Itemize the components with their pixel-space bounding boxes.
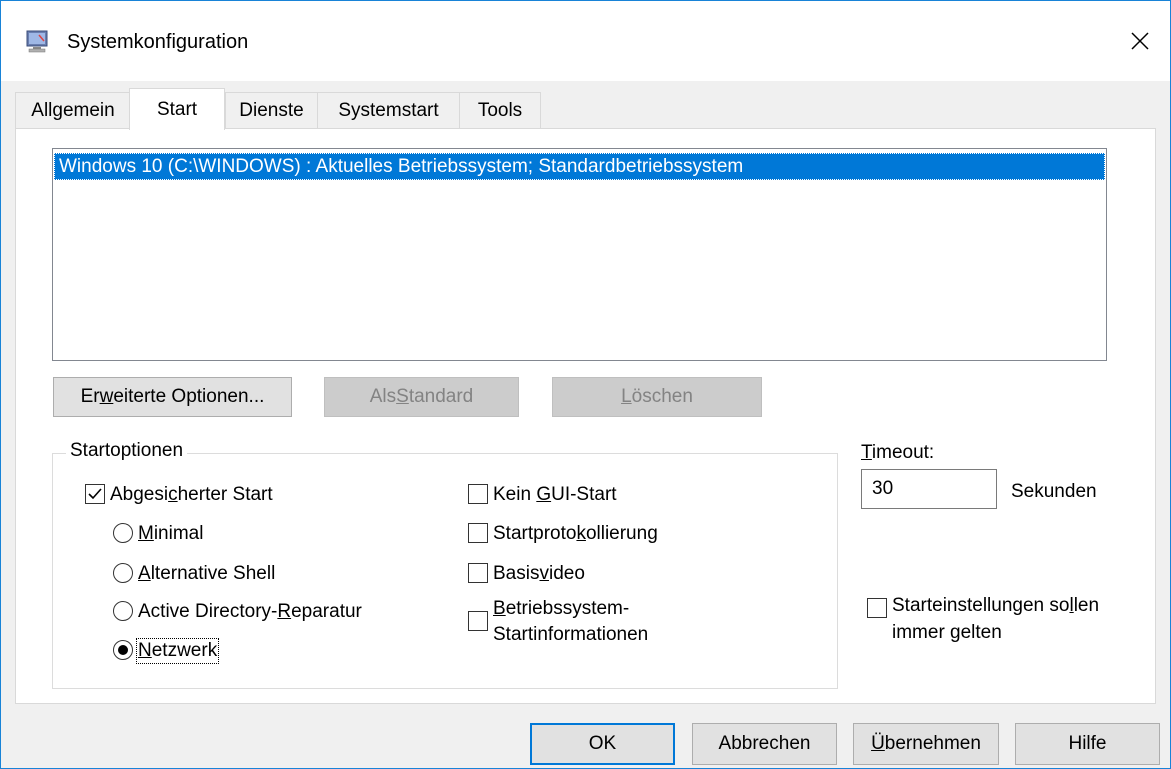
button-label: OK: [588, 733, 617, 754]
label-text: Basis: [493, 563, 540, 584]
network-radio[interactable]: [113, 640, 133, 660]
label-text: ollierung: [585, 523, 658, 544]
safe-boot-label[interactable]: Abgesicherter Start: [110, 484, 273, 506]
tab-label: Start: [156, 98, 198, 120]
close-button[interactable]: [1110, 1, 1170, 81]
button-label: öschen: [631, 386, 693, 407]
title-bar[interactable]: Systemkonfiguration: [1, 1, 1170, 81]
label-text: etzwerk: [151, 640, 218, 661]
label-text: herter Start: [177, 484, 273, 505]
label-text: inimal: [153, 523, 204, 544]
button-label: Abbrechen: [718, 733, 811, 754]
button-label: Er: [80, 386, 100, 407]
tab-label: Tools: [477, 99, 523, 121]
button-label: Hilfe: [1068, 733, 1107, 754]
os-boot-information-label[interactable]: Betriebssystem-: [493, 598, 629, 620]
tab-start[interactable]: Start: [129, 88, 225, 130]
button-label: w: [99, 386, 114, 407]
label-text: Starteinstellungen so: [892, 595, 1070, 616]
base-video-label[interactable]: Basisvideo: [493, 563, 585, 585]
apply-button[interactable]: Übernehmen: [853, 723, 999, 765]
label-text: lternative Shell: [150, 563, 276, 584]
button-label: tandard: [408, 386, 474, 407]
system-configuration-window: Systemkonfiguration Allgemein Start Dien…: [0, 0, 1171, 769]
boot-options-legend: Startoptionen: [66, 440, 188, 462]
label-text: T: [861, 442, 872, 463]
make-permanent-label-line2[interactable]: immer gelten: [892, 622, 1002, 644]
safe-boot-checkbox[interactable]: [85, 484, 105, 504]
label-text: R: [277, 601, 292, 622]
label-text: Startproto: [493, 523, 577, 544]
label-text: etriebssystem-: [505, 598, 630, 619]
network-label[interactable]: Netzwerk: [135, 638, 220, 664]
label-text: eparatur: [291, 601, 362, 622]
button-label: S: [396, 386, 409, 407]
os-boot-information-label-line2[interactable]: Startinformationen: [493, 624, 648, 646]
make-permanent-label[interactable]: Starteinstellungen sollen: [892, 595, 1099, 617]
boot-log-label[interactable]: Startprotokollierung: [493, 523, 658, 545]
label-text: B: [493, 598, 506, 619]
tab-dienste[interactable]: Dienste: [225, 92, 318, 128]
alternative-shell-label[interactable]: Alternative Shell: [138, 563, 275, 585]
delete-button[interactable]: Löschen: [552, 377, 762, 417]
tab-label: Dienste: [239, 99, 304, 121]
os-boot-information-checkbox[interactable]: [468, 611, 488, 631]
button-label: Als: [369, 386, 397, 407]
label-text: Active Directory-: [138, 601, 278, 622]
label-text: k: [576, 523, 586, 544]
label-text: A: [138, 563, 151, 584]
minimal-label[interactable]: Minimal: [138, 523, 203, 545]
advanced-options-button[interactable]: Er w eiterte Optionen...: [53, 377, 292, 417]
set-default-button[interactable]: Als Standard: [324, 377, 519, 417]
close-icon: [1131, 32, 1149, 50]
label-text: N: [138, 640, 152, 661]
label-text: G: [536, 484, 552, 505]
tab-label: Systemstart: [338, 99, 439, 121]
label-text: imeout:: [871, 442, 935, 463]
no-gui-boot-label[interactable]: Kein GUI-Start: [493, 484, 617, 506]
active-directory-repair-radio[interactable]: [113, 601, 133, 621]
timeout-label: Timeout:: [861, 442, 934, 464]
tab-label: Allgemein: [31, 99, 115, 121]
tab-systemstart[interactable]: Systemstart: [317, 92, 460, 128]
help-button[interactable]: Hilfe: [1015, 723, 1160, 765]
os-list[interactable]: Windows 10 (C:\WINDOWS) : Aktuelles Betr…: [52, 148, 1107, 361]
make-permanent-checkbox[interactable]: [867, 598, 887, 618]
tab-tools[interactable]: Tools: [459, 92, 541, 128]
checkmark-icon: [88, 488, 102, 500]
alternative-shell-radio[interactable]: [113, 563, 133, 583]
button-label: bernehmen: [884, 733, 981, 754]
minimal-radio[interactable]: [113, 523, 133, 543]
active-directory-repair-label[interactable]: Active Directory-Reparatur: [138, 601, 362, 623]
label-text: Abgesi: [110, 484, 169, 505]
label-text: v: [539, 563, 549, 584]
base-video-checkbox[interactable]: [468, 563, 488, 583]
button-label: eiterte Optionen...: [113, 386, 265, 407]
boot-log-checkbox[interactable]: [468, 523, 488, 543]
window-title: Systemkonfiguration: [67, 31, 249, 53]
os-list-item[interactable]: Windows 10 (C:\WINDOWS) : Aktuelles Betr…: [54, 153, 1105, 180]
label-text: Kein: [493, 484, 537, 505]
timeout-input[interactable]: 30: [861, 469, 997, 509]
label-text: ideo: [548, 563, 585, 584]
label-text: c: [168, 484, 178, 505]
label-text: M: [138, 523, 154, 544]
ok-button[interactable]: OK: [530, 723, 675, 765]
cancel-button[interactable]: Abbrechen: [692, 723, 837, 765]
timeout-unit-label: Sekunden: [1011, 481, 1097, 502]
label-text: len: [1073, 595, 1100, 616]
label-text: UI-Start: [551, 484, 617, 505]
start-tab-panel: Windows 10 (C:\WINDOWS) : Aktuelles Betr…: [15, 128, 1156, 704]
button-label: Ü: [871, 733, 885, 754]
computer-icon: [25, 29, 49, 53]
tab-allgemein[interactable]: Allgemein: [15, 92, 131, 128]
radio-selected-dot: [118, 645, 128, 655]
button-label: L: [621, 386, 632, 407]
no-gui-boot-checkbox[interactable]: [468, 484, 488, 504]
